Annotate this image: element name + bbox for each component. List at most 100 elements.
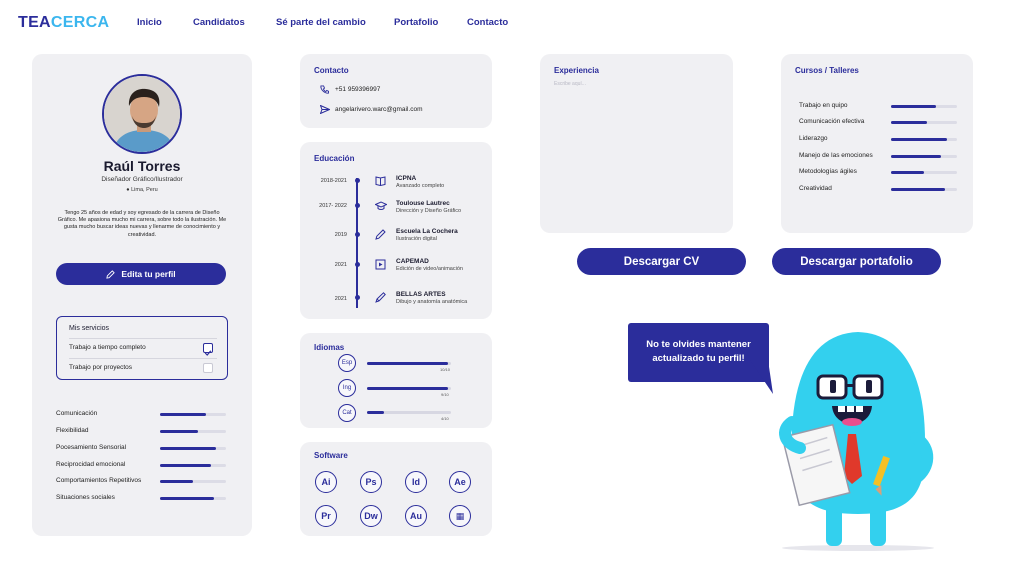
avatar-portrait — [104, 76, 180, 152]
course-bar-fill — [891, 155, 941, 158]
course-label: Liderazgo — [799, 135, 828, 142]
profile-card: Raúl Torres Diseñador Gráfico/Ilustrador… — [32, 54, 252, 536]
media-encoder-icon[interactable]: ▦ — [449, 505, 471, 527]
skill-bar — [160, 497, 226, 500]
nav-link-se-parte-del-cambio[interactable]: Sé parte del cambio — [276, 17, 366, 28]
courses-title: Cursos / Talleres — [795, 66, 859, 75]
course-bar — [891, 155, 957, 158]
skill-bar-fill — [160, 480, 193, 483]
timeline-dot — [354, 295, 360, 300]
book-icon — [375, 176, 386, 186]
edu-institution: CAPEMAD — [396, 258, 429, 265]
after-effects-icon[interactable]: Ae — [449, 471, 471, 493]
edu-detail: Dirección y Diseño Gráfico — [396, 208, 462, 214]
software-title: Software — [314, 451, 348, 460]
language-bar-fill — [367, 362, 449, 365]
timeline-dot — [354, 262, 360, 267]
course-bar-fill — [891, 138, 948, 141]
edu-year: 2018-2021 — [320, 178, 347, 184]
services-title: Mis servicios — [69, 325, 110, 332]
audition-icon[interactable]: Au — [405, 505, 427, 527]
pencil-icon — [106, 269, 116, 279]
skill-bar-fill — [160, 447, 217, 450]
service-projects[interactable]: Trabajo por proyectos — [69, 364, 217, 371]
full-time-checkbox[interactable] — [203, 343, 213, 356]
skill-label: Situaciones sociales — [56, 494, 115, 501]
experience-title: Experiencia — [554, 66, 599, 75]
service-full-time[interactable]: Trabajo a tiempo completo — [69, 344, 217, 351]
course-bar — [891, 121, 957, 124]
pen-icon — [375, 292, 386, 303]
course-label: Trabajo en quipo — [799, 102, 848, 109]
edu-institution: ICPNA — [396, 175, 417, 182]
contact-title: Contacto — [314, 66, 349, 75]
skill-label: Comportamientos Repetitivos — [56, 477, 142, 484]
profile-name: Raúl Torres — [103, 158, 181, 174]
timeline-line — [356, 178, 358, 308]
course-label: Manejo de las emociones — [799, 152, 873, 159]
nav-link-inicio[interactable]: Inicio — [137, 17, 162, 28]
skill-bar — [160, 413, 226, 416]
course-label: Creatividad — [799, 185, 832, 192]
timeline-dot — [354, 232, 360, 237]
illustrator-icon[interactable]: Ai — [315, 471, 337, 493]
edu-year: 2019 — [334, 232, 347, 238]
languages-card: Idiomas Esp 10/10 Ing 9/10 Cat 4/10 — [300, 333, 492, 428]
profile-role: Diseñador Gráfico/Ilustrador — [101, 176, 183, 183]
edu-detail: Ilustración digital — [396, 236, 437, 242]
skill-bar-fill — [160, 430, 199, 433]
course-bar-fill — [891, 105, 936, 108]
contact-card: Contacto +51 959396997 angelarivero.warc… — [300, 54, 492, 128]
services-box: Mis servicios Trabajo a tiempo completo … — [56, 316, 228, 380]
timeline-dot — [354, 178, 360, 183]
dreamweaver-icon[interactable]: Dw — [360, 505, 382, 527]
language-bar-fill — [367, 387, 448, 390]
education-card: Educación 2018-2021 ICPNA Avanzado compl… — [300, 142, 492, 319]
software-card: Software Ai Ps Id Ae Pr Dw Au ▦ — [300, 442, 492, 536]
language-badge: Esp — [338, 354, 356, 372]
premiere-icon[interactable]: Pr — [315, 505, 337, 527]
divider — [69, 358, 217, 359]
contact-phone[interactable]: +51 959396997 — [335, 86, 380, 93]
language-bar-fill — [367, 411, 384, 414]
edit-profile-button[interactable]: Edita tu perfil — [56, 263, 226, 285]
avatar[interactable] — [102, 74, 182, 154]
language-badge: Cat — [338, 404, 356, 422]
check-icon — [204, 350, 212, 356]
mascot-illustration — [779, 332, 934, 551]
indesign-icon[interactable]: Id — [405, 471, 427, 493]
phone-icon — [320, 85, 329, 94]
send-icon — [320, 105, 330, 114]
skill-bar-fill — [160, 413, 207, 416]
edu-year: 2021 — [334, 262, 347, 268]
download-portfolio-button[interactable]: Descargar portafolio — [772, 248, 941, 275]
language-bar — [367, 387, 451, 390]
language-bar — [367, 411, 451, 414]
language-score: 9/10 — [441, 392, 449, 397]
projects-checkbox[interactable] — [203, 363, 213, 373]
video-icon — [375, 259, 386, 270]
skill-bar — [160, 430, 226, 433]
nav-link-contacto[interactable]: Contacto — [467, 17, 508, 28]
download-cv-button[interactable]: Descargar CV — [577, 248, 746, 275]
skill-label: Flexibilidad — [56, 427, 89, 434]
skill-label: Pocesamiento Sensorial — [56, 444, 127, 451]
nav-link-portafolio[interactable]: Portafolio — [394, 17, 438, 28]
edu-detail: Edición de video/animación — [396, 266, 463, 272]
course-bar — [891, 188, 957, 191]
edu-detail: Avanzado completo — [396, 183, 445, 189]
edu-detail: Dibujo y anatomía anatómica — [396, 299, 468, 305]
photoshop-icon[interactable]: Ps — [360, 471, 382, 493]
teacerca-logo[interactable]: TEACERCA — [18, 14, 109, 32]
course-bar — [891, 171, 957, 174]
course-bar-fill — [891, 171, 924, 174]
contact-email[interactable]: angelarivero.warc@gmail.com — [335, 106, 423, 113]
experience-input[interactable]: Escribe aquí... — [554, 81, 586, 87]
edu-institution: BELLAS ARTES — [396, 291, 446, 298]
edu-year: 2017- 2022 — [319, 203, 347, 209]
nav-link-candidatos[interactable]: Candidatos — [193, 17, 245, 28]
graduation-cap-icon — [375, 201, 387, 210]
skill-bar — [160, 480, 226, 483]
skill-bar-fill — [160, 464, 212, 467]
language-score: 4/10 — [441, 416, 449, 421]
